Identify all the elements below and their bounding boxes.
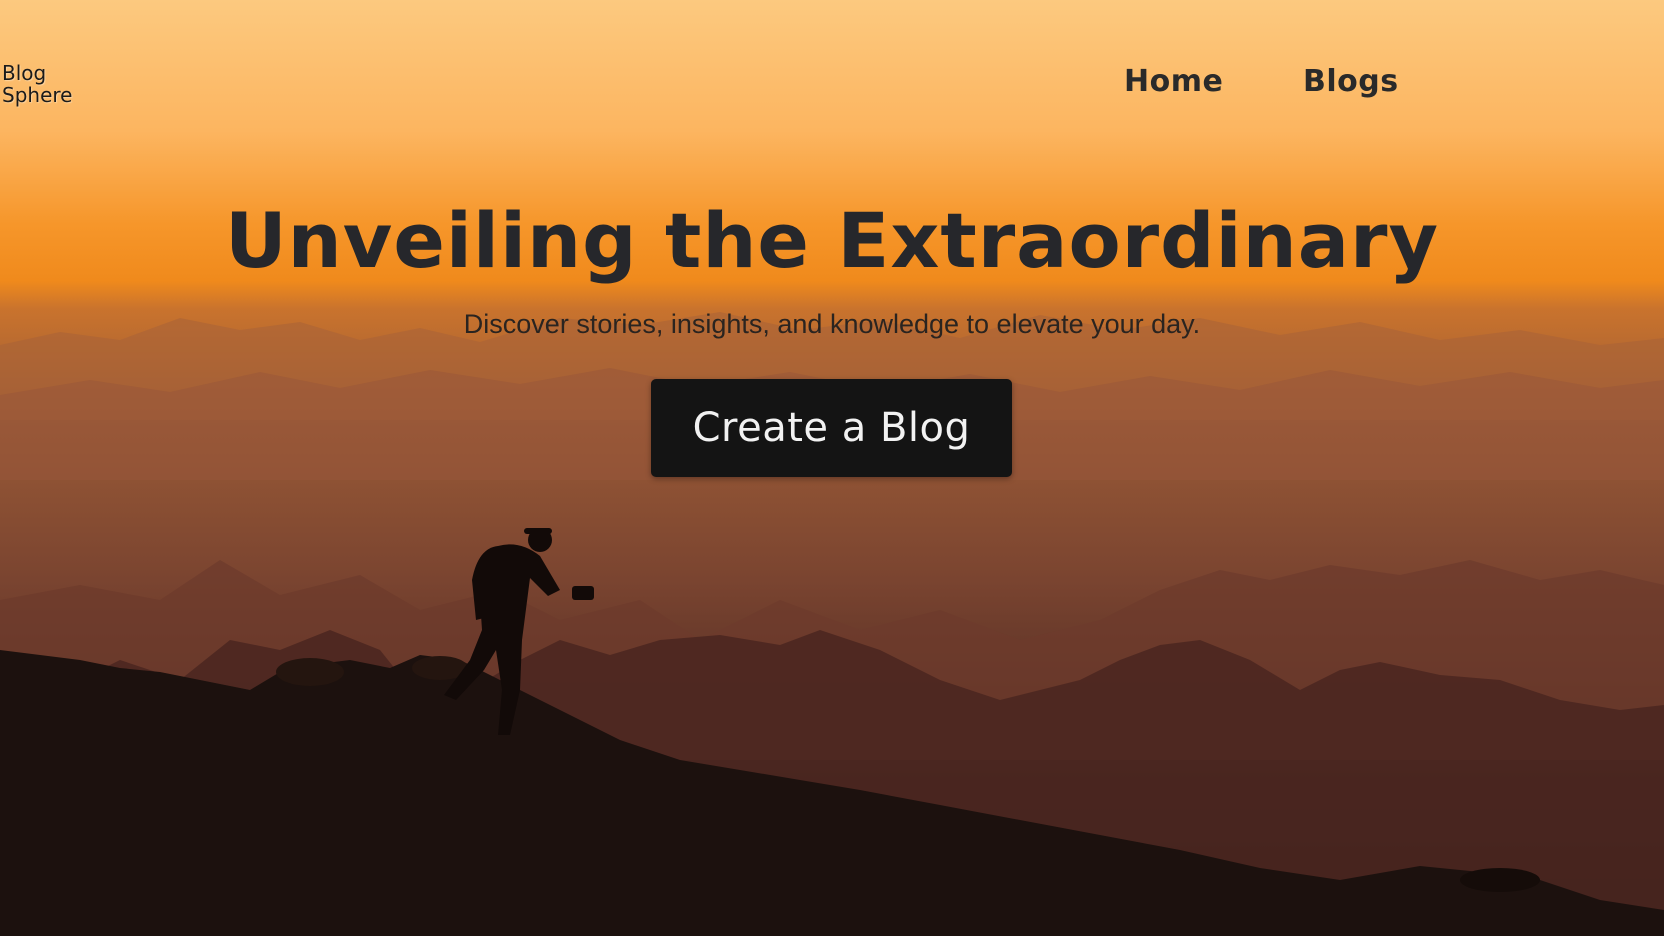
create-blog-button[interactable]: Create a Blog — [651, 379, 1012, 477]
main-nav: Home Blogs — [0, 64, 1664, 112]
hero-title: Unveiling the Extraordinary — [224, 196, 1440, 285]
hero-subtitle: Discover stories, insights, and knowledg… — [463, 309, 1201, 339]
nav-home-link[interactable]: Home — [1124, 64, 1223, 99]
hero-section: Blog Sphere Home Blogs Unveiling the Ext… — [0, 0, 1664, 936]
nav-blogs-link[interactable]: Blogs — [1303, 64, 1399, 99]
